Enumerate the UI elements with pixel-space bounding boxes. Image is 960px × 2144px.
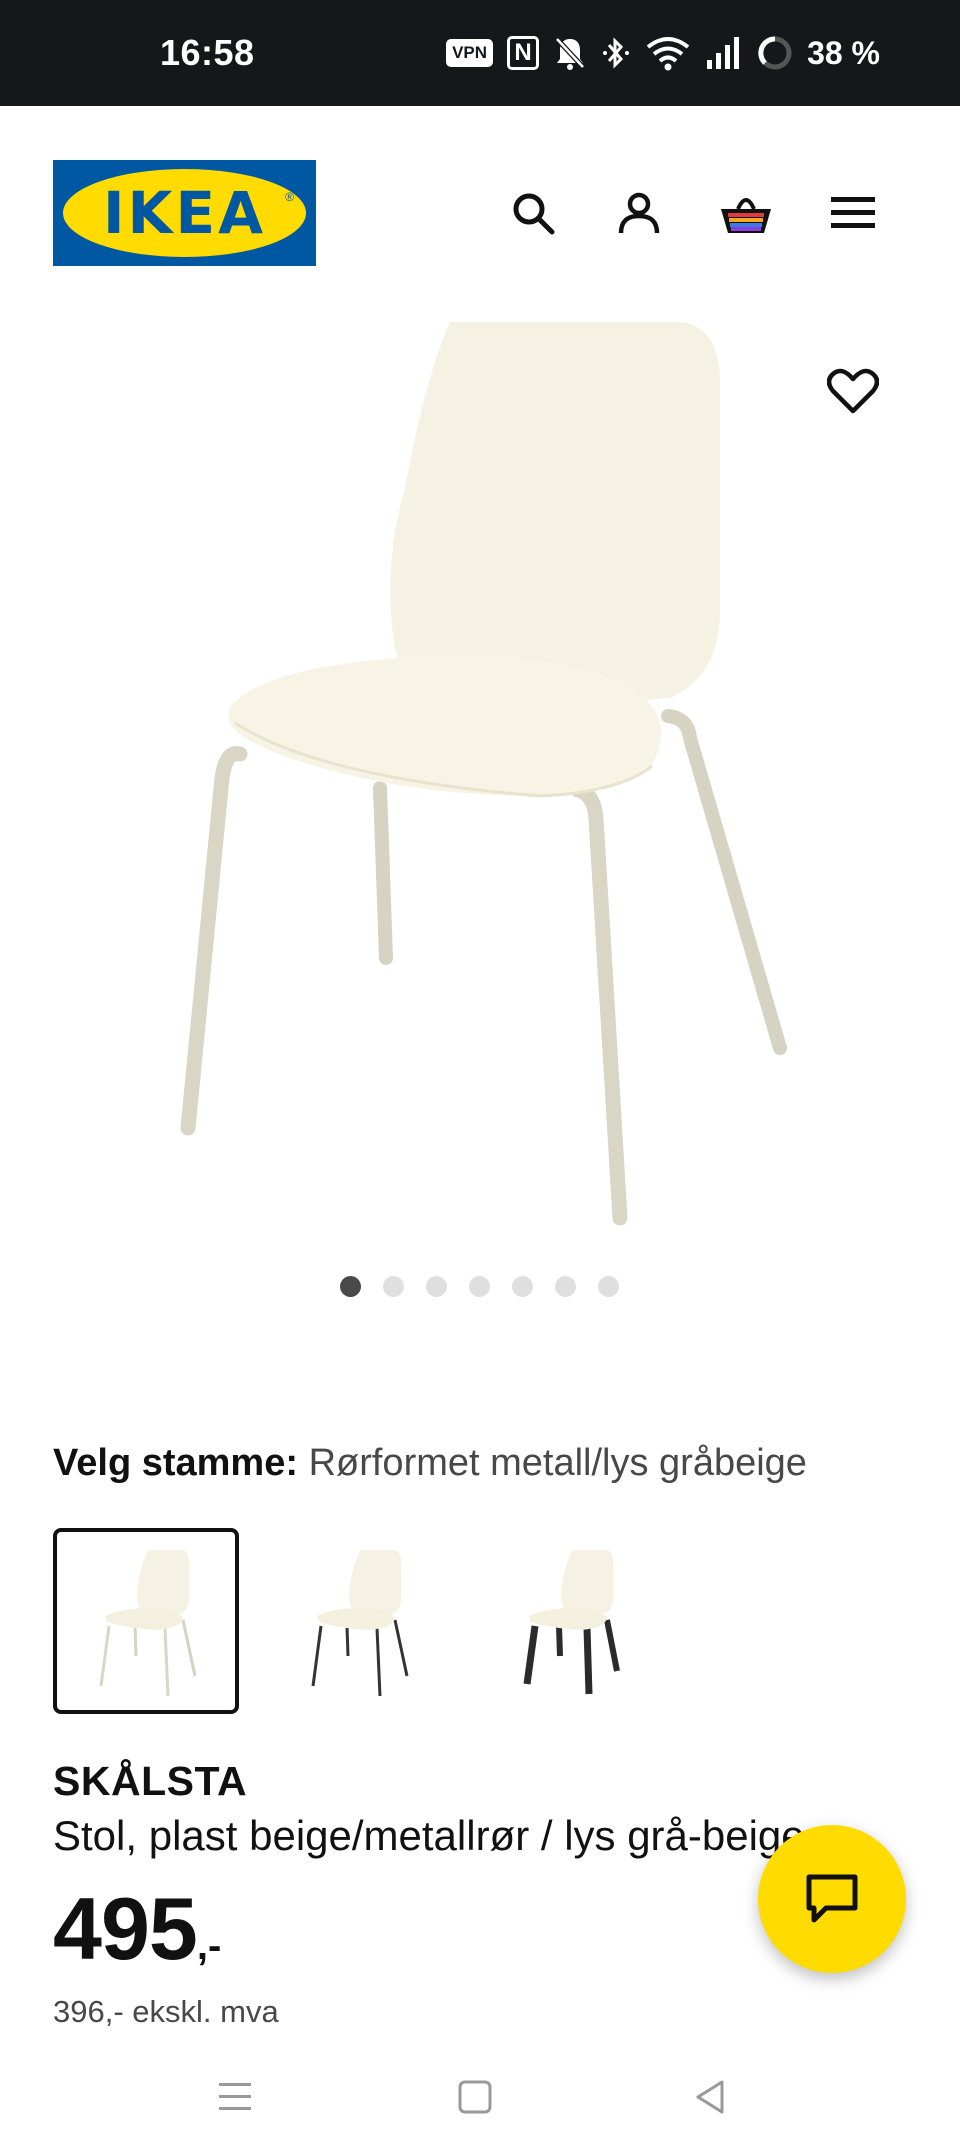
cart-icon [721,198,771,233]
pagination-dot[interactable] [512,1276,533,1297]
logo-registered-mark: ® [285,190,294,204]
pagination-dot[interactable] [555,1276,576,1297]
chair-image [180,322,787,1226]
variant-black-metal-legs[interactable] [265,1528,451,1714]
vpn-icon: VPN [446,39,494,67]
price-ex-vat: 396,- ekskl. mva [53,1994,279,2029]
status-bar: 16:58 VPN N 38 % [0,0,960,106]
back-button[interactable] [675,2062,745,2132]
battery-ring-icon [757,35,793,71]
account-icon [618,192,660,234]
image-pagination [340,1276,619,1297]
product-image[interactable] [160,318,800,1228]
signal-icon [705,36,743,70]
logo-text: IKEA [102,179,267,247]
variant-beige-legs[interactable] [53,1528,239,1714]
account-button[interactable] [606,180,672,246]
search-button[interactable] [500,180,566,246]
recents-button[interactable] [200,2062,270,2132]
chair-thumbnail-icon [99,1550,197,1696]
bell-muted-icon [553,35,587,71]
product-name[interactable]: SKÅLSTA [53,1758,247,1805]
stem-selector-label: Velg stamme: Rørformet metall/lys gråbei… [53,1442,807,1485]
home-button[interactable] [440,2062,510,2132]
stem-label-title: Velg stamme: [53,1442,298,1484]
stem-label-value: Rørformet metall/lys gråbeige [308,1442,807,1484]
product-price: 495,- [53,1878,221,1980]
battery-percent: 38 % [807,34,880,71]
chat-button[interactable] [758,1825,906,1973]
wifi-icon [645,35,691,71]
recents-icon [219,2083,251,2110]
bluetooth-icon [601,35,631,71]
home-icon [458,2080,492,2114]
status-icons: VPN N 38 % [446,30,880,76]
pagination-dot[interactable] [383,1276,404,1297]
menu-icon [831,197,875,228]
chair-thumbnail-icon [523,1550,620,1695]
cart-button[interactable] [713,180,779,246]
back-icon [696,2080,724,2114]
ikea-logo[interactable]: IKEA ® [53,160,316,266]
search-icon [513,193,555,235]
chat-bubble-icon [806,1874,858,1923]
heart-icon [827,368,879,414]
variant-list [53,1528,663,1714]
favorite-button[interactable] [820,358,886,424]
pagination-dot[interactable] [598,1276,619,1297]
pagination-dot[interactable] [340,1276,361,1297]
product-description: Stol, plast beige/metallrør / lys grå-be… [53,1812,805,1859]
menu-button[interactable] [820,180,886,246]
pagination-dot[interactable] [426,1276,447,1297]
variant-black-wood-legs[interactable] [477,1528,663,1714]
chair-thumbnail-icon [311,1550,409,1696]
nfc-icon: N [507,36,540,70]
price-main: 495 [53,1879,198,1978]
status-time: 16:58 [160,32,255,73]
system-nav-bar [0,2050,960,2144]
price-suffix: ,- [196,1924,222,1968]
pagination-dot[interactable] [469,1276,490,1297]
